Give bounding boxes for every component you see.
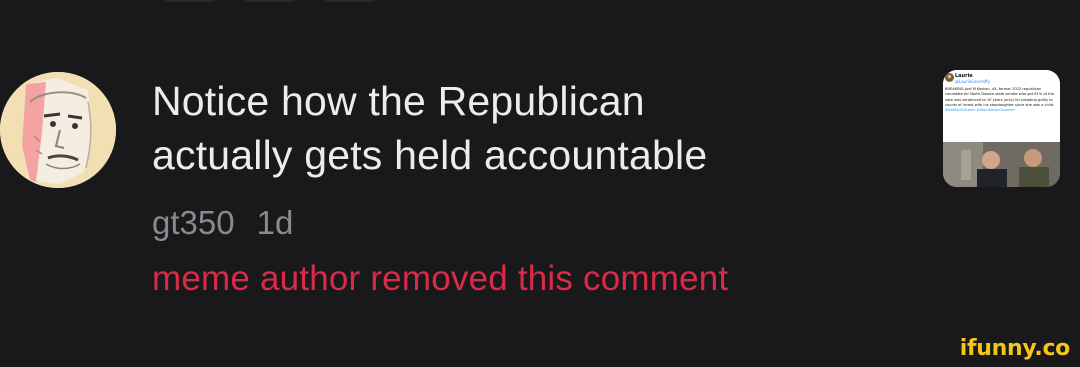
previous-item-shape [320,0,380,2]
meme-thumbnail[interactable]: Laurie @LaurieLoveroffy BREAKING-Joel M … [943,70,1060,187]
comment-age: 1d [256,204,294,241]
tweet-tags: #NoMAGAQueen #RepublicanGroomer [945,108,1016,113]
comment-text-line: Notice how the Republican [152,78,645,124]
previous-item-shape [160,0,220,2]
tweet-body: BREAKING-Joel M Koskan, 44, former 2022 … [945,87,1057,113]
previous-item-edge [160,0,400,4]
drawn-face-avatar-icon [0,72,116,188]
ifunny-watermark: ifunny.co [959,336,1071,361]
previous-item-shape [240,0,300,2]
photo-people-icon [943,142,1060,187]
username[interactable]: gt350 [152,204,235,242]
removed-notice: meme author removed this comment [152,259,729,298]
comment-text: Notice how the Republican actually gets … [152,74,872,182]
comment-meta: gt350 1d [152,204,293,242]
comment-text-line: actually gets held accountable [152,132,708,178]
tweet-subhandle: @LaurieLoveroffy [955,79,990,84]
avatar[interactable] [0,72,116,188]
tweet-body-text: BREAKING-Joel M Koskan, 44, former 2022 … [945,87,1055,107]
comment-screen: Notice how the Republican actually gets … [0,0,1080,367]
thumbnail-tweet: Laurie @LaurieLoveroffy BREAKING-Joel M … [943,70,1060,140]
tweet-avatar-icon [945,73,954,82]
tweet-photo [943,142,1060,187]
